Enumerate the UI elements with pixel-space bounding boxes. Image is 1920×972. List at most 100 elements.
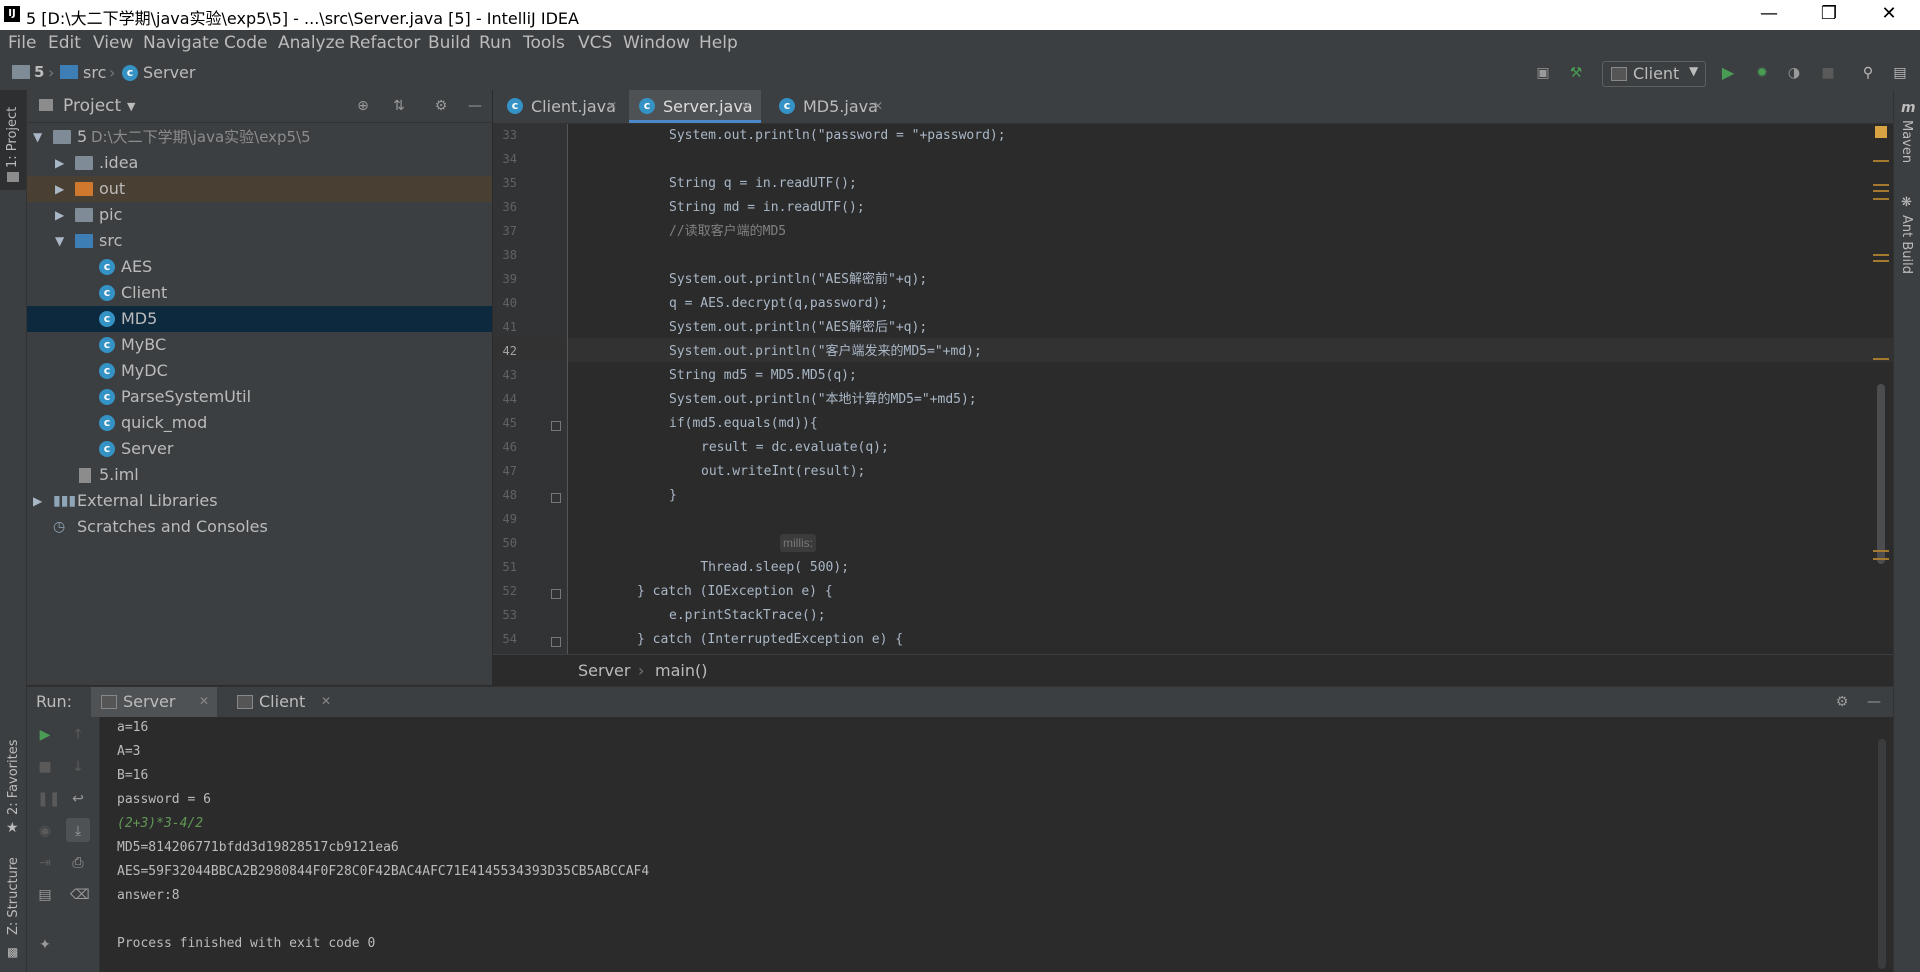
breadcrumb-method[interactable]: main() [655, 661, 707, 680]
close-tab-icon[interactable]: ✕ [199, 694, 209, 708]
layout-icon[interactable]: ▤ [37, 887, 53, 903]
close-tab-icon[interactable]: ✕ [741, 90, 751, 123]
close-tab-icon[interactable]: ✕ [607, 90, 617, 123]
fold-marker-icon[interactable] [551, 421, 561, 431]
menu-window[interactable]: Window [623, 33, 690, 53]
warning-marker[interactable] [1873, 190, 1889, 192]
tree-item-md5[interactable]: c MD5 [27, 306, 492, 332]
tab-server-java[interactable]: c Server.java ✕ [629, 90, 761, 123]
project-view-select[interactable]: Project [63, 96, 121, 116]
console-scrollbar[interactable] [1878, 739, 1886, 969]
breadcrumb-src[interactable]: src [83, 63, 106, 82]
exit-icon[interactable]: ⇥ [37, 855, 53, 871]
search-icon[interactable]: ⚲ [1860, 65, 1876, 81]
tree-item-quick-mod[interactable]: c quick_mod [27, 410, 492, 436]
editor-scrollbar-thumb[interactable] [1877, 384, 1885, 564]
warning-marker[interactable] [1873, 550, 1889, 552]
tree-item-scratches[interactable]: ◷ Scratches and Consoles [27, 514, 492, 540]
tab-md5-java[interactable]: c MD5.java ✕ [769, 90, 893, 123]
menu-tools[interactable]: Tools [523, 33, 565, 53]
project-stripe-button[interactable]: 1: Project [0, 90, 26, 190]
stop-icon[interactable]: ■ [1820, 65, 1836, 81]
trash-icon[interactable]: ⌫ [70, 887, 90, 903]
tree-root[interactable]: ▼ 5 D:\大二下学期\java实验\exp5\5 [27, 124, 492, 150]
menu-run[interactable]: Run [479, 33, 512, 53]
breadcrumb-module[interactable]: 5 [34, 63, 44, 81]
warning-marker[interactable] [1873, 260, 1889, 262]
ant-stripe-label[interactable]: Ant Build [1899, 215, 1914, 274]
tree-item-parsesystemutil[interactable]: c ParseSystemUtil [27, 384, 492, 410]
menu-edit[interactable]: Edit [48, 33, 81, 53]
run-config-select[interactable]: Client ▼ [1602, 61, 1706, 87]
menu-vcs[interactable]: VCS [578, 33, 612, 53]
warning-marker[interactable] [1873, 184, 1889, 186]
minimize-icon[interactable]: — [1746, 0, 1792, 30]
tree-item-idea[interactable]: ▶ .idea [27, 150, 492, 176]
code-editor[interactable]: System.out.println("password = "+passwor… [568, 124, 1893, 654]
tree-item-external-libraries[interactable]: ▶ ▮▮▮ External Libraries [27, 488, 492, 514]
expand-down-icon[interactable]: ▼ [33, 124, 42, 150]
tree-item-src[interactable]: ▼ src [27, 228, 492, 254]
coverage-icon[interactable]: ◑ [1786, 65, 1802, 81]
tree-item-mydc[interactable]: c MyDC [27, 358, 492, 384]
project-structure-icon[interactable]: ▣ [1535, 65, 1551, 81]
gear-icon[interactable]: ⚙ [433, 98, 449, 114]
tree-item-server[interactable]: c Server [27, 436, 492, 462]
expand-right-icon[interactable]: ▶ [55, 176, 64, 202]
build-hammer-icon[interactable]: ⚒ [1568, 65, 1584, 81]
menu-help[interactable]: Help [699, 33, 738, 53]
hide-panel-icon[interactable]: — [467, 98, 483, 114]
maven-stripe-label[interactable]: Maven [1899, 120, 1914, 163]
tree-item-mybc[interactable]: c MyBC [27, 332, 492, 358]
warning-marker[interactable] [1873, 358, 1889, 360]
tab-client-java[interactable]: c Client.java ✕ [497, 90, 621, 123]
soft-wrap-icon[interactable]: ↩ [70, 791, 86, 807]
chevron-down-icon[interactable]: ▼ [127, 100, 135, 113]
stop-icon[interactable]: ■ [37, 759, 53, 775]
expand-right-icon[interactable]: ▶ [55, 150, 64, 176]
warning-marker[interactable] [1873, 558, 1889, 560]
collapse-all-icon[interactable]: ⇅ [391, 98, 407, 114]
hide-panel-icon[interactable]: — [1866, 694, 1882, 710]
menu-code[interactable]: Code [224, 33, 268, 53]
tree-item-pic[interactable]: ▶ pic [27, 202, 492, 228]
breadcrumb-class[interactable]: Server [578, 661, 630, 680]
structure-stripe-label[interactable]: Z: Structure [6, 857, 21, 935]
fold-marker-icon[interactable] [551, 589, 561, 599]
close-tab-icon[interactable]: ✕ [873, 90, 883, 123]
expand-down-icon[interactable]: ▼ [55, 228, 64, 254]
restore-icon[interactable]: ❐ [1806, 0, 1852, 30]
tree-item-out[interactable]: ▶ out [27, 176, 492, 202]
tree-item-client[interactable]: c Client [27, 280, 492, 306]
warning-marker[interactable] [1873, 198, 1889, 200]
warning-marker[interactable] [1873, 254, 1889, 256]
expand-right-icon[interactable]: ▶ [55, 202, 64, 228]
breadcrumb-server[interactable]: Server [143, 63, 195, 82]
run-tab-server[interactable]: Server ✕ [91, 687, 217, 717]
pin-icon[interactable]: ✦ [37, 937, 53, 953]
event-log-icon[interactable]: ▤ [1892, 65, 1908, 81]
favorites-stripe-label[interactable]: 2: Favorites [6, 739, 21, 815]
run-tab-client[interactable]: Client ✕ [227, 687, 341, 717]
menu-build[interactable]: Build [428, 33, 471, 53]
camera-icon[interactable]: ◉ [37, 823, 53, 839]
gear-icon[interactable]: ⚙ [1834, 694, 1850, 710]
locate-target-icon[interactable]: ⊕ [355, 98, 371, 114]
up-arrow-icon[interactable]: ↑ [70, 727, 86, 743]
tree-item-aes[interactable]: c AES [27, 254, 492, 280]
rerun-icon[interactable]: ▶ [37, 727, 53, 743]
debug-bug-icon[interactable]: ✹ [1754, 65, 1770, 81]
menu-navigate[interactable]: Navigate [143, 33, 219, 53]
menu-analyze[interactable]: Analyze [278, 33, 345, 53]
close-icon[interactable]: ✕ [1866, 0, 1912, 30]
menu-file[interactable]: File [8, 33, 36, 53]
fold-marker-icon[interactable] [551, 493, 561, 503]
pause-icon[interactable]: ❚❚ [37, 791, 60, 807]
menu-view[interactable]: View [93, 33, 133, 53]
down-arrow-icon[interactable]: ↓ [70, 759, 86, 775]
warning-marker[interactable] [1873, 160, 1889, 162]
print-icon[interactable]: ⎙ [70, 855, 86, 871]
warning-status-icon[interactable] [1875, 126, 1887, 138]
menu-refactor[interactable]: Refactor [349, 33, 420, 53]
run-play-icon[interactable]: ▶ [1720, 65, 1736, 81]
